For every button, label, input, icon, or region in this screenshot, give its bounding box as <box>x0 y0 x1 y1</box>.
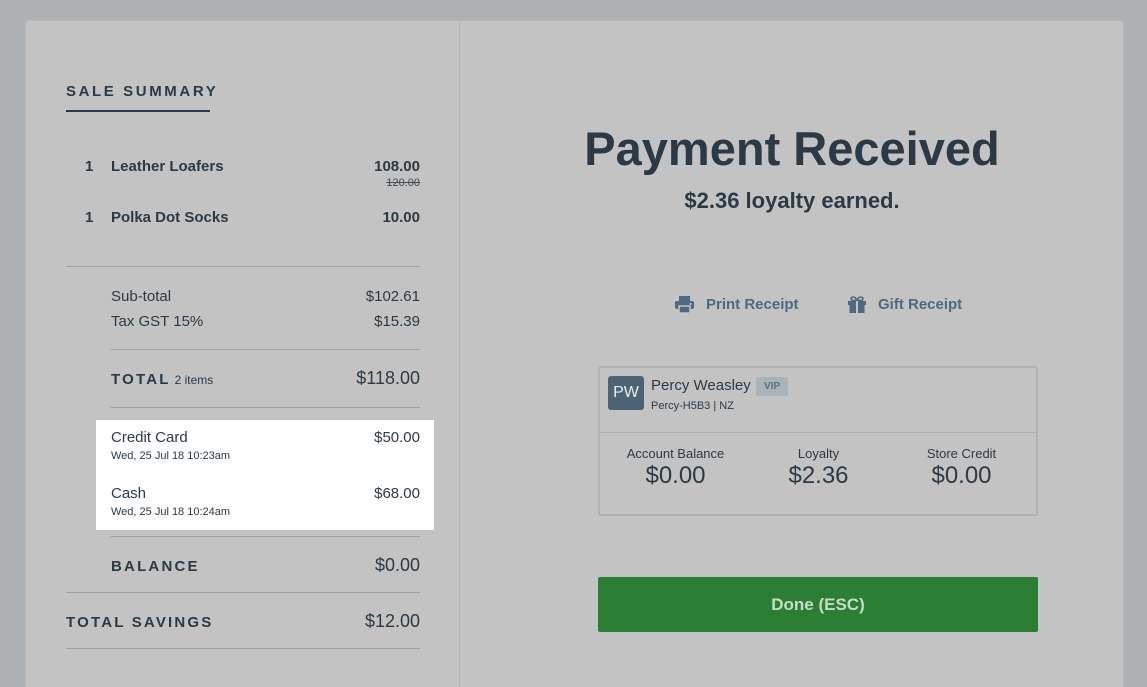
payment-amount: $68.00 <box>374 485 420 502</box>
savings-value: $12.00 <box>364 611 420 631</box>
balance-value: $0.00 <box>374 555 420 575</box>
payment-amount: $50.00 <box>374 429 420 446</box>
customer-name: Percy Weasley <box>651 377 751 394</box>
gift-icon <box>848 295 866 313</box>
payment-method: Cash <box>111 485 147 502</box>
sale-complete-card: SALE SUMMARY 1 Leather Loafers 108.00 12… <box>25 20 1124 687</box>
print-receipt-button[interactable]: Print Receipt <box>675 293 799 315</box>
divider <box>66 592 420 593</box>
line-item-price: 10.00 <box>382 209 420 226</box>
loyalty-stat: Loyalty $2.36 <box>747 446 890 490</box>
stat-label: Account Balance <box>626 446 725 461</box>
payment-time: Wed, 25 Jul 18 10:23am <box>111 450 231 462</box>
total-label-text: TOTAL <box>111 371 171 388</box>
stat-value: $2.36 <box>788 462 849 489</box>
line-item-price: 108.00 <box>374 158 420 175</box>
payment-method: Credit Card <box>111 429 188 446</box>
total-label: TOTAL 2 items <box>111 371 213 388</box>
tax-label: Tax GST 15% <box>111 313 204 330</box>
subtotal-value: $102.61 <box>365 288 420 305</box>
savings-label: TOTAL SAVINGS <box>66 614 214 631</box>
line-item-original-price: 120.00 <box>386 177 420 189</box>
payment-time: Wed, 25 Jul 18 10:24am <box>111 506 231 518</box>
divider <box>111 349 420 350</box>
customer-code: Percy-H5B3 | NZ <box>651 400 734 412</box>
sale-summary-title: SALE SUMMARY <box>66 83 219 100</box>
done-button[interactable]: Done (ESC) <box>598 577 1038 632</box>
divider <box>111 407 420 408</box>
gift-receipt-button[interactable]: Gift Receipt <box>848 293 962 315</box>
page-title: Payment Received <box>584 122 1000 175</box>
loyalty-earned-text: $2.36 loyalty earned. <box>684 188 900 213</box>
line-item-name: Leather Loafers <box>111 158 224 175</box>
print-receipt-label: Print Receipt <box>706 295 799 313</box>
payments-list: Credit Card $50.00 Wed, 25 Jul 18 10:23a… <box>96 420 434 530</box>
line-item-name: Polka Dot Socks <box>111 209 229 226</box>
balance-label: BALANCE <box>111 558 200 575</box>
stat-value: $0.00 <box>645 462 706 489</box>
sale-summary-panel: SALE SUMMARY 1 Leather Loafers 108.00 12… <box>26 21 460 687</box>
account-balance-stat: Account Balance $0.00 <box>604 446 747 490</box>
line-item-qty: 1 <box>85 158 94 175</box>
stat-value: $0.00 <box>931 462 992 489</box>
total-value: $118.00 <box>356 368 420 388</box>
store-credit-stat: Store Credit $0.00 <box>890 446 1033 490</box>
line-item-qty: 1 <box>85 209 94 226</box>
tax-value: $15.39 <box>374 313 420 330</box>
total-item-count: 2 items <box>174 373 214 387</box>
divider <box>111 536 420 537</box>
subtotal-label: Sub-total <box>111 288 172 305</box>
divider <box>66 266 420 267</box>
sale-summary-underline <box>66 110 210 112</box>
printer-icon <box>675 295 694 313</box>
customer-card[interactable]: PW Percy Weasley VIP Percy-H5B3 | NZ Acc… <box>598 366 1038 516</box>
divider <box>66 648 420 649</box>
divider <box>600 432 1036 433</box>
stat-label: Store Credit <box>926 446 997 461</box>
vip-badge: VIP <box>756 377 789 396</box>
payment-result-panel: Payment Received $2.36 loyalty earned. P… <box>461 21 1123 687</box>
stat-label: Loyalty <box>797 446 840 461</box>
avatar: PW <box>608 376 644 410</box>
gift-receipt-label: Gift Receipt <box>878 295 963 313</box>
